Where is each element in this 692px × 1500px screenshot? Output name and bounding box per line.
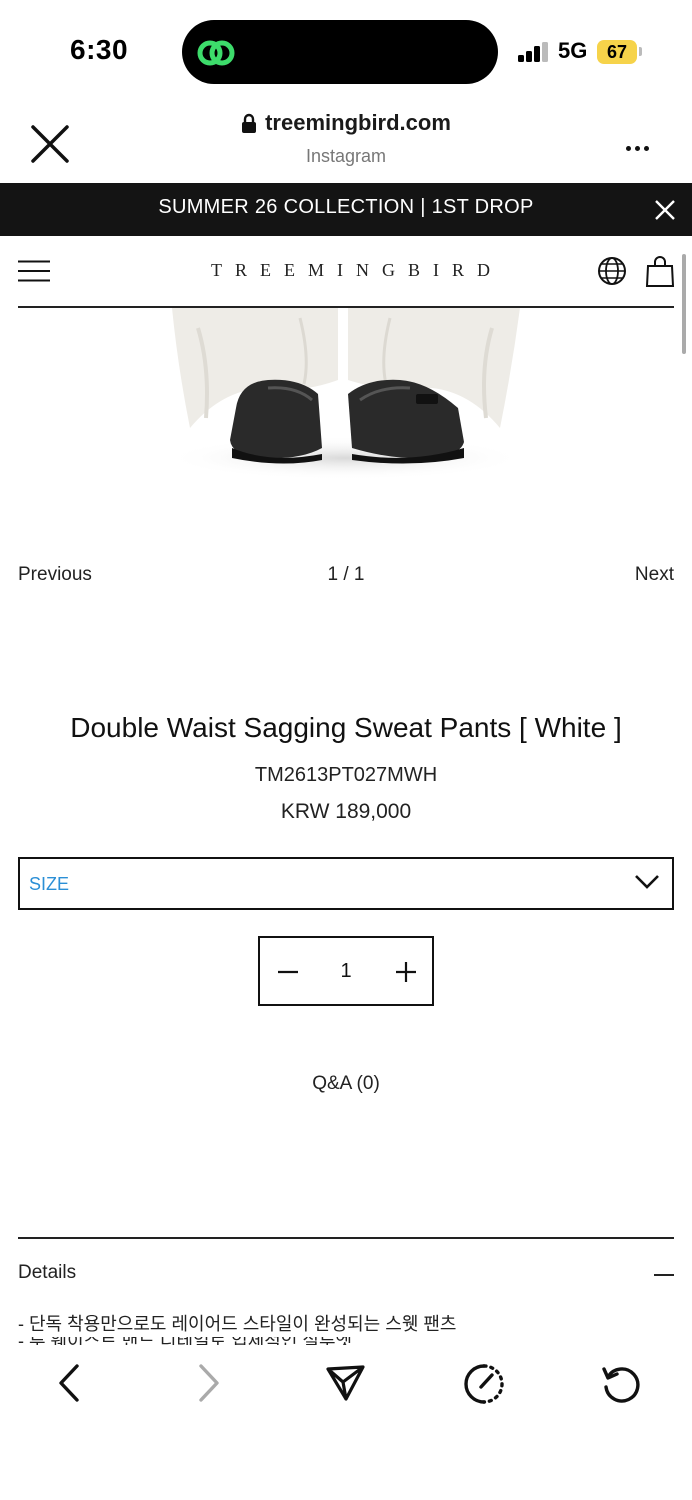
status-bar: 6:30 5G 67 <box>0 0 692 100</box>
next-button[interactable]: Next <box>635 564 674 586</box>
details-divider <box>18 1237 674 1239</box>
announcement-bar: SUMMER 26 COLLECTION | 1ST DROP <box>0 183 692 236</box>
site-nav: TREEMINGBIRD <box>0 236 692 308</box>
forward-icon[interactable] <box>196 1363 222 1403</box>
address-bar[interactable]: treemingbird.com Instagram <box>0 110 692 167</box>
details-label[interactable]: Details <box>18 1262 76 1284</box>
gallery-counter: 1 / 1 <box>327 564 365 585</box>
globe-icon[interactable] <box>597 256 627 286</box>
status-time: 6:30 <box>70 34 129 65</box>
more-icon[interactable] <box>626 138 653 156</box>
url-domain: treemingbird.com <box>265 110 451 135</box>
site-logo[interactable]: TREEMINGBIRD <box>0 260 692 281</box>
quantity-stepper: 1 <box>258 936 434 1006</box>
reload-icon[interactable] <box>600 1363 642 1405</box>
send-icon[interactable] <box>325 1363 367 1403</box>
url-source: Instagram <box>305 146 387 166</box>
link-app-icon <box>197 40 235 66</box>
size-placeholder: SIZE <box>29 874 70 894</box>
browser-header: treemingbird.com Instagram <box>0 100 692 183</box>
shopping-bag-icon[interactable] <box>645 254 675 288</box>
gallery-pager: Previous 1 / 1 Next <box>18 564 674 588</box>
battery-tip <box>639 47 642 56</box>
collapse-icon[interactable] <box>654 1274 674 1276</box>
product-price: KRW 189,000 <box>280 800 412 823</box>
chevron-down-icon <box>635 875 659 889</box>
details-line-2: - 투 웨이스트 밴드 디테일로 입체적인 실루엣 <box>18 1337 674 1345</box>
details-line-2-wrap: - 투 웨이스트 밴드 디테일로 입체적인 실루엣 <box>18 1337 674 1345</box>
announcement-close-icon[interactable] <box>654 199 676 221</box>
network-type: 5G <box>558 38 588 63</box>
qna-link[interactable]: Q&A (0) <box>0 1073 692 1095</box>
product-image[interactable] <box>0 308 692 530</box>
lock-icon <box>242 113 257 133</box>
speed-icon[interactable] <box>462 1363 506 1405</box>
dynamic-island <box>182 20 498 84</box>
product-code: TM2613PT027MWH <box>254 764 438 786</box>
size-select[interactable]: SIZE <box>18 857 674 910</box>
battery-level: 67 <box>597 40 637 64</box>
back-icon[interactable] <box>56 1363 82 1403</box>
details-line-1: - 단독 착용만으로도 레이어드 스타일이 완성되는 스웻 팬츠 <box>18 1314 457 1334</box>
plus-icon[interactable] <box>394 960 418 984</box>
browser-toolbar <box>0 1345 692 1500</box>
signal-icon <box>518 42 548 62</box>
announcement-text[interactable]: SUMMER 26 COLLECTION | 1ST DROP <box>0 196 692 219</box>
product-title: Double Waist Sagging Sweat Pants [ White… <box>70 712 622 743</box>
